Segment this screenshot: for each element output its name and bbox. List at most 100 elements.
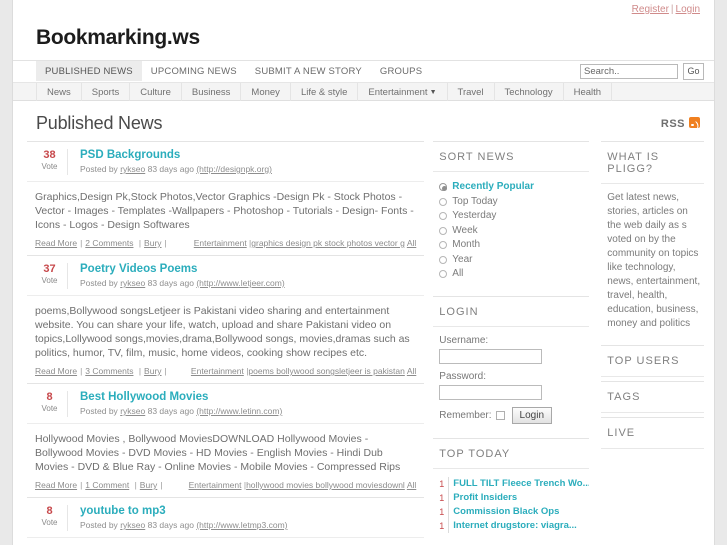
sort-option-label: Year xyxy=(452,253,473,265)
login-submit-button[interactable]: Login xyxy=(511,406,552,424)
sort-news-heading: SORT NEWS xyxy=(433,141,590,172)
nav-item-upcoming-news[interactable]: UPCOMING NEWS xyxy=(142,61,246,84)
radio-icon[interactable] xyxy=(439,226,448,235)
top-today-link[interactable]: Profit Insiders xyxy=(449,491,517,505)
sort-option-yesterday[interactable]: Yesterday xyxy=(439,209,589,224)
category-culture[interactable]: Culture xyxy=(130,83,182,101)
story-tag-list[interactable]: poems bollywood songsletjeer is pakistan xyxy=(248,366,404,376)
comments-link[interactable]: 3 Comments xyxy=(85,366,133,376)
top-today-link[interactable]: Commission Black Ops xyxy=(449,505,559,519)
vote-cell[interactable]: 8 Vote xyxy=(35,505,68,531)
story-source-url[interactable]: (http://designpk.org) xyxy=(196,164,272,174)
nav-item-published-news[interactable]: PUBLISHED NEWS xyxy=(36,61,142,84)
story-title-link[interactable]: PSD Backgrounds xyxy=(80,149,272,162)
bury-link[interactable]: Bury xyxy=(140,480,157,490)
bury-link[interactable]: Bury xyxy=(144,366,161,376)
story-category-link[interactable]: Entertainment xyxy=(194,238,247,248)
read-more-link[interactable]: Read More xyxy=(35,480,77,490)
search-input[interactable] xyxy=(580,64,678,79)
read-more-link[interactable]: Read More xyxy=(35,238,77,248)
vote-cell[interactable]: 38 Vote xyxy=(35,149,68,175)
story-title-link[interactable]: Best Hollywood Movies xyxy=(80,391,282,404)
sort-news-block: SORT NEWS Recently Popular Top Today Yes… xyxy=(433,141,590,292)
vote-cell[interactable]: 8 Vote xyxy=(35,391,68,417)
login-link[interactable]: Login xyxy=(676,4,700,15)
register-link[interactable]: Register xyxy=(632,4,669,15)
nav-link-groups[interactable]: GROUPS xyxy=(371,61,431,81)
sort-option-top-today[interactable]: Top Today xyxy=(439,195,589,210)
search-go-button[interactable]: Go xyxy=(683,63,704,80)
story-time: 83 days ago xyxy=(147,164,194,174)
top-today-count: 1 xyxy=(439,476,450,491)
read-more-link[interactable]: Read More xyxy=(35,366,77,376)
rss-link[interactable]: RSS xyxy=(661,117,700,130)
vote-count: 38 xyxy=(43,149,56,161)
tags-heading: TAGS xyxy=(601,381,704,413)
bury-link[interactable]: Bury xyxy=(144,238,161,248)
story-tags-all-link[interactable]: All xyxy=(407,366,416,376)
sort-option-month[interactable]: Month xyxy=(439,238,589,253)
story-author-link[interactable]: rykseo xyxy=(120,520,145,530)
story-meta: Posted by rykseo 83 days ago (http://www… xyxy=(80,277,285,289)
sort-option-all[interactable]: All xyxy=(439,267,589,282)
sort-option-recently-popular[interactable]: Recently Popular xyxy=(439,180,589,195)
nav-link-published-news[interactable]: PUBLISHED NEWS xyxy=(36,61,142,81)
nav-link-submit-story[interactable]: SUBMIT A NEW STORY xyxy=(246,61,371,81)
story-tag-list[interactable]: hollywood movies bollywood moviesdownl xyxy=(246,480,405,490)
nav-item-groups[interactable]: GROUPS xyxy=(371,61,431,84)
radio-icon[interactable] xyxy=(439,241,448,250)
page-title: Published News xyxy=(36,113,163,133)
story-tags-all-link[interactable]: All xyxy=(407,480,416,490)
site-logo[interactable]: Bookmarking.ws xyxy=(36,26,200,49)
story-source-url[interactable]: (http://www.letinn.com) xyxy=(196,406,282,416)
story-title-link[interactable]: youtube to mp3 xyxy=(80,505,287,518)
radio-icon[interactable] xyxy=(439,270,448,279)
radio-icon[interactable] xyxy=(439,255,448,264)
rss-label: RSS xyxy=(660,118,685,130)
story-title-link[interactable]: Poetry Videos Poems xyxy=(80,263,285,276)
radio-icon[interactable] xyxy=(439,212,448,221)
radio-icon[interactable] xyxy=(439,183,448,192)
middle-sidebar: SORT NEWS Recently Popular Top Today Yes… xyxy=(424,141,590,545)
category-news[interactable]: News xyxy=(36,83,82,101)
vote-label[interactable]: Vote xyxy=(35,403,64,414)
password-field[interactable] xyxy=(439,384,543,400)
radio-icon[interactable] xyxy=(439,197,448,206)
story-source-url[interactable]: (http://www.letmp3.com) xyxy=(196,520,287,530)
story-tags-all-link[interactable]: All xyxy=(407,238,416,248)
nav-item-submit-story[interactable]: SUBMIT A NEW STORY xyxy=(246,61,371,84)
category-money[interactable]: Money xyxy=(241,83,291,101)
category-life-style[interactable]: Life & style xyxy=(291,83,359,101)
remember-checkbox[interactable] xyxy=(495,410,505,420)
story-info: youtube to mp3 Posted by rykseo 83 days … xyxy=(68,505,287,531)
sort-option-year[interactable]: Year xyxy=(439,253,589,268)
story-author-link[interactable]: rykseo xyxy=(120,406,145,416)
story-actions: Read More | 3 Comments | Bury | xyxy=(35,366,167,376)
nav-link-upcoming-news[interactable]: UPCOMING NEWS xyxy=(142,61,246,81)
comments-link[interactable]: 1 Comment xyxy=(85,480,129,490)
category-technology[interactable]: Technology xyxy=(495,83,564,101)
story-author-link[interactable]: rykseo xyxy=(120,278,145,288)
category-sports[interactable]: Sports xyxy=(82,83,131,101)
vote-label[interactable]: Vote xyxy=(35,275,64,286)
sort-option-week[interactable]: Week xyxy=(439,224,589,239)
vote-cell[interactable]: 37 Vote xyxy=(35,263,68,289)
username-field[interactable] xyxy=(439,348,543,364)
vote-label[interactable]: Vote xyxy=(35,517,64,528)
vote-label[interactable]: Vote xyxy=(35,161,64,172)
story-category-link[interactable]: Entertainment xyxy=(189,480,242,490)
top-today-link[interactable]: FULL TILT Fleece Trench Wo... xyxy=(449,477,589,491)
top-today-count: 1 xyxy=(439,490,450,505)
story-source-url[interactable]: (http://www.letjeer.com) xyxy=(196,278,284,288)
posted-by-prefix: Posted by xyxy=(80,164,118,174)
story-category-link[interactable]: Entertainment xyxy=(191,366,244,376)
story-tag-list[interactable]: graphics design pk stock photos vector g xyxy=(251,238,405,248)
story-author-link[interactable]: rykseo xyxy=(120,164,145,174)
story-description: poems,Bollywood songsLetjeer is Pakistan… xyxy=(35,305,410,359)
category-entertainment[interactable]: Entertainment ▼ xyxy=(358,83,448,101)
category-travel[interactable]: Travel xyxy=(448,83,495,101)
comments-link[interactable]: 2 Comments xyxy=(85,238,133,248)
category-health[interactable]: Health xyxy=(564,83,613,101)
category-business[interactable]: Business xyxy=(182,83,242,101)
top-today-link[interactable]: Internet drugstore: viagra... xyxy=(449,519,577,533)
